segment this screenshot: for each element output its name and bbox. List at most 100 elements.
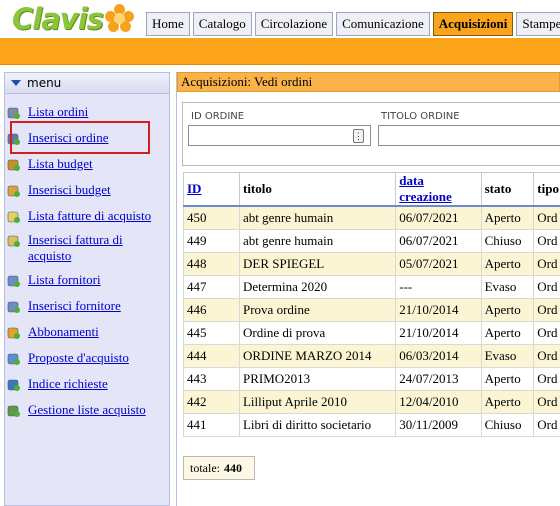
table-cell-stato: Aperto (480, 205, 535, 230)
subscription-box-icon (6, 325, 21, 340)
sidebar-item[interactable]: Lista budget (6, 156, 160, 172)
sidebar-item[interactable]: Proposte d'acquisto (6, 350, 160, 366)
table-row[interactable]: 444 ORDINE MARZO 2014 06/03/2014 Evaso Ord (183, 343, 560, 368)
table-cell-data-creazione: 30/11/2009 (395, 412, 482, 437)
id-order-label: ID ORDINE (191, 111, 245, 122)
requests-chart-icon (6, 377, 21, 392)
table-row[interactable]: 441 Libri di diritto societario 30/11/2009… (183, 412, 560, 437)
table-cell-tipo: Ord (533, 205, 560, 230)
table-row[interactable]: 449 abt genre humain 06/07/2021 Chiuso Ord (183, 228, 560, 253)
sidebar-item-label[interactable]: Abbonamenti (28, 324, 99, 340)
total-box: totale: 440 (183, 456, 255, 480)
orders-table-body: 450 abt genre humain 06/07/2021 Aperto Ord 44… (183, 205, 560, 437)
table-cell-id: 442 (183, 389, 240, 414)
table-cell-titolo: Ordine di prova (238, 320, 397, 345)
tab-acquisizioni[interactable]: Acquisizioni (432, 12, 514, 36)
sidebar-item[interactable]: Inserisci fattura di acquisto (6, 232, 160, 264)
table-cell-titolo: Prova ordine (238, 297, 397, 322)
table-cell-tipo: Ord (533, 389, 560, 414)
total-label: totale: (190, 461, 220, 475)
tab-stampe[interactable]: Stampe (516, 12, 560, 36)
column-header-data-creazione[interactable]: data creazione (395, 172, 482, 207)
suppliers-icon (6, 273, 21, 288)
table-cell-id: 448 (183, 251, 240, 276)
sidebar-item[interactable]: Inserisci fornitore (6, 298, 160, 314)
table-cell-id: 443 (183, 366, 240, 391)
sidebar-item[interactable]: Abbonamenti (6, 324, 160, 340)
table-cell-titolo: Determina 2020 (238, 274, 397, 299)
table-row[interactable]: 447 Determina 2020 --- Evaso Ord (183, 274, 560, 299)
sidebar-item-label[interactable]: Lista ordini (28, 104, 88, 120)
flower-logo-icon (104, 4, 135, 34)
table-cell-stato: Chiuso (480, 228, 535, 253)
sidebar-item[interactable]: Lista ordini (6, 104, 160, 120)
table-cell-data-creazione: 24/07/2013 (395, 366, 482, 391)
table-row[interactable]: 442 Lilliput Aprile 2010 12/04/2010 Aperto O… (183, 389, 560, 414)
table-header-row: ID titolo data creazione stato tipo (183, 172, 560, 207)
table-cell-titolo: Lilliput Aprile 2010 (238, 389, 397, 414)
sidebar-item-label[interactable]: Inserisci budget (28, 182, 111, 198)
tab-comunicazione[interactable]: Comunicazione (336, 12, 430, 36)
table-cell-titolo: PRIMO2013 (238, 366, 397, 391)
table-cell-id: 446 (183, 297, 240, 322)
table-cell-stato: Evaso (480, 343, 535, 368)
sidebar-item[interactable]: Indice richieste (6, 376, 160, 392)
purchase-lists-icon (6, 403, 21, 418)
table-cell-tipo: Ord (533, 412, 560, 437)
column-header-id[interactable]: ID (183, 172, 240, 207)
table-row[interactable]: 450 abt genre humain 06/07/2021 Aperto Ord (183, 205, 560, 230)
table-cell-titolo: DER SPIEGEL (238, 251, 397, 276)
collapse-triangle-icon (11, 80, 21, 86)
menu-header[interactable]: menu (5, 73, 169, 94)
table-cell-data-creazione: 12/04/2010 (395, 389, 482, 414)
column-header-stato: stato (480, 172, 535, 207)
table-cell-data-creazione: 06/03/2014 (395, 343, 482, 368)
table-cell-id: 450 (183, 205, 240, 230)
table-row[interactable]: 445 Ordine di prova 21/10/2014 Aperto Ord (183, 320, 560, 345)
table-cell-id: 441 (183, 412, 240, 437)
sidebar-item[interactable]: Lista fatture di acquisto (6, 208, 160, 224)
table-cell-stato: Aperto (480, 251, 535, 276)
table-cell-data-creazione: 06/07/2021 (395, 228, 482, 253)
add-invoice-icon (6, 233, 21, 248)
sidebar-item-label[interactable]: Lista fornitori (28, 272, 101, 288)
tab-home[interactable]: Home (146, 12, 190, 36)
sidebar-item-label[interactable]: Indice richieste (28, 376, 108, 392)
top-navigation: Home Catalogo Circolazione Comunicazione… (146, 12, 560, 36)
table-cell-id: 444 (183, 343, 240, 368)
column-header-titolo: titolo (238, 172, 397, 207)
sidebar-item-label[interactable]: Inserisci fattura di acquisto (28, 232, 160, 264)
table-row[interactable]: 446 Prova ordine 21/10/2014 Aperto Ord (183, 297, 560, 322)
clavis-logo[interactable]: Clavis (12, 2, 135, 36)
sidebar-item-label[interactable]: Proposte d'acquisto (28, 350, 129, 366)
sidebar-item-label[interactable]: Lista budget (28, 156, 93, 172)
table-cell-data-creazione: --- (395, 274, 482, 299)
sidebar-item-label[interactable]: Gestione liste acquisto (28, 402, 146, 418)
table-cell-data-creazione: 21/10/2014 (395, 320, 482, 345)
id-order-input[interactable] (188, 125, 371, 146)
sidebar-item[interactable]: Lista fornitori (6, 272, 160, 288)
menu-title: menu (27, 76, 62, 90)
table-cell-stato: Evaso (480, 274, 535, 299)
table-cell-tipo: Ord (533, 251, 560, 276)
sidebar-item[interactable]: Inserisci budget (6, 182, 160, 198)
lookup-icon[interactable]: ⋮ (353, 129, 364, 143)
table-cell-titolo: ORDINE MARZO 2014 (238, 343, 397, 368)
order-title-input[interactable] (378, 125, 560, 146)
budget-bag-icon (6, 157, 21, 172)
table-row[interactable]: 448 DER SPIEGEL 05/07/2021 Aperto Ord (183, 251, 560, 276)
table-cell-tipo: Ord (533, 343, 560, 368)
table-row[interactable]: 443 PRIMO2013 24/07/2013 Aperto Ord (183, 366, 560, 391)
add-budget-icon (6, 183, 21, 198)
sidebar-item[interactable]: Gestione liste acquisto (6, 402, 160, 418)
filter-panel: ID ORDINE ⋮ TITOLO ORDINE (182, 102, 560, 166)
table-cell-titolo: abt genre humain (238, 228, 397, 253)
table-cell-tipo: Ord (533, 228, 560, 253)
table-cell-tipo: Ord (533, 297, 560, 322)
orders-table: ID titolo data creazione stato tipo 450 a… (183, 172, 560, 437)
page-title: Acquisizioni: Vedi ordini (177, 72, 560, 92)
tab-circolazione[interactable]: Circolazione (254, 12, 334, 36)
sidebar-item-label[interactable]: Lista fatture di acquisto (28, 208, 151, 224)
tab-catalogo[interactable]: Catalogo (192, 12, 252, 36)
sidebar-item-label[interactable]: Inserisci fornitore (28, 298, 121, 314)
